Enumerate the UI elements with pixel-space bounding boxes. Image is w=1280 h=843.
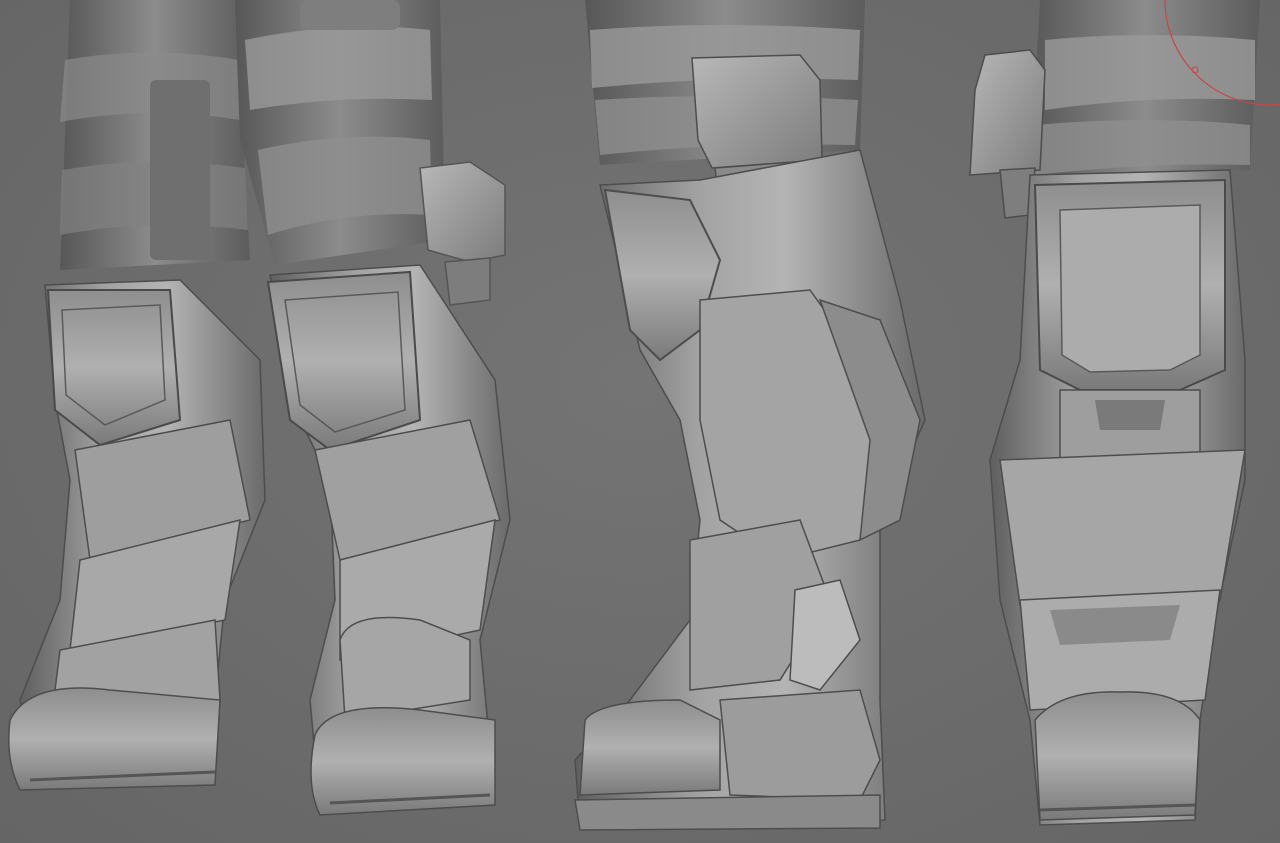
side-leg-armor xyxy=(574,149,926,831)
sculpt-viewport[interactable] xyxy=(0,0,1280,843)
quarter-leg-armor xyxy=(989,169,1246,826)
right-shin-armor xyxy=(266,264,511,816)
left-shin-armor xyxy=(8,279,266,791)
left-thigh-padding xyxy=(60,0,250,270)
sculpt-canvas[interactable] xyxy=(0,0,1280,843)
right-thigh-padding xyxy=(235,0,445,265)
side-view xyxy=(574,0,926,831)
front-view-pair xyxy=(8,0,511,816)
quarter-thigh-padding xyxy=(1030,0,1260,180)
three-quarter-view xyxy=(969,0,1260,826)
